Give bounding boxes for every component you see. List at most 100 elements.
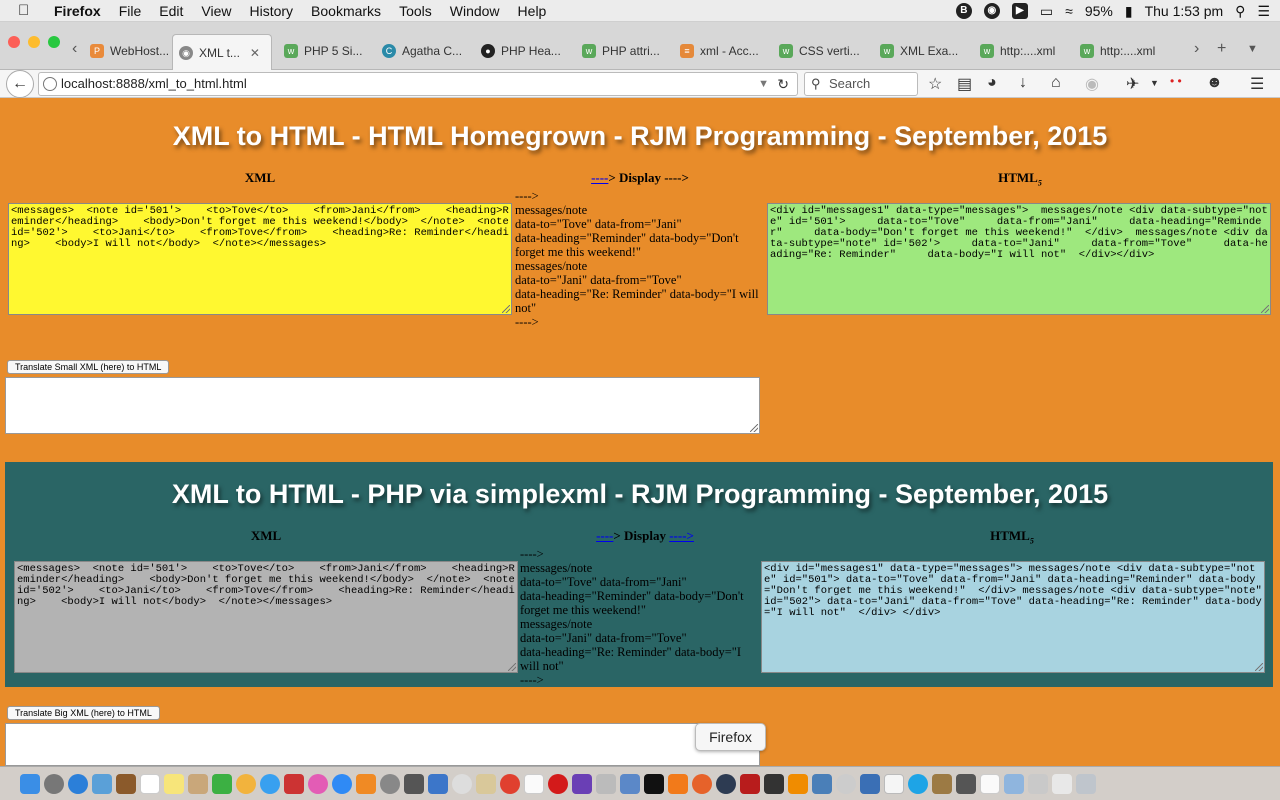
stack-icon[interactable] xyxy=(1052,773,1072,794)
reading-list-icon[interactable]: ▤ xyxy=(957,74,972,94)
image-capture-icon[interactable] xyxy=(596,773,616,794)
terminal-helper-icon[interactable] xyxy=(404,773,424,794)
text-document-icon[interactable] xyxy=(524,773,544,794)
list-tabs-icon[interactable]: ▼ xyxy=(1247,43,1258,55)
firefox-icon[interactable] xyxy=(692,773,712,794)
network-utility-icon[interactable] xyxy=(812,773,832,794)
applications-folder-icon[interactable] xyxy=(1004,773,1024,794)
bbedit-icon[interactable] xyxy=(716,773,736,794)
section1-xml-textarea[interactable]: <messages> <note id='501'> <to>Tove</to>… xyxy=(8,203,512,315)
contacts-icon[interactable] xyxy=(188,773,208,794)
bookmark-star-icon[interactable]: ☆ xyxy=(928,74,942,94)
menu-view[interactable]: View xyxy=(201,3,231,19)
zoom-window-button[interactable] xyxy=(48,36,60,48)
launchpad-icon[interactable] xyxy=(44,773,64,794)
photos-icon[interactable] xyxy=(236,773,256,794)
pocket-icon[interactable]: ◕ xyxy=(987,74,997,92)
extension-icon[interactable]: ✈ xyxy=(1126,74,1139,94)
filemerge-icon[interactable] xyxy=(932,773,952,794)
downloads-icon[interactable]: ↓ xyxy=(1019,74,1027,92)
url-bar[interactable]: localhost:8888/xml_to_html.html ▼ ↻ xyxy=(38,72,798,96)
vlc-icon[interactable] xyxy=(788,773,808,794)
calendar-icon[interactable] xyxy=(140,773,160,794)
audio-status-icon[interactable]: ▶ xyxy=(1011,3,1028,19)
tab-xml-to-html[interactable]: ◉ XML t... ✕ xyxy=(172,34,272,71)
textedit-icon[interactable] xyxy=(884,773,904,794)
facetime-icon[interactable] xyxy=(212,773,232,794)
notification-center-icon[interactable]: ☰ xyxy=(1257,3,1270,20)
terminal-icon[interactable] xyxy=(644,773,664,794)
chat-icon[interactable]: ☻ xyxy=(1206,74,1223,92)
resize-grip-icon[interactable] xyxy=(502,305,510,313)
preview-icon[interactable] xyxy=(92,773,112,794)
downloads-folder-icon[interactable] xyxy=(1028,773,1048,794)
script-editor-icon[interactable] xyxy=(476,773,496,794)
menu-bookmarks[interactable]: Bookmarks xyxy=(311,3,381,19)
site-info-icon[interactable] xyxy=(43,77,57,91)
bbedit-status-icon[interactable]: B xyxy=(955,3,972,19)
menu-firefox[interactable]: Firefox xyxy=(54,3,101,19)
menu-history[interactable]: History xyxy=(249,3,293,19)
section2-display-link-left[interactable]: ---- xyxy=(596,528,613,543)
resize-grip-icon[interactable] xyxy=(508,663,516,671)
tab-php-headers[interactable]: ● PHP Hea... xyxy=(475,36,573,66)
menu-window[interactable]: Window xyxy=(450,3,500,19)
translate-small-xml-button[interactable]: Translate Small XML (here) to HTML xyxy=(7,360,170,374)
resize-grip-icon[interactable] xyxy=(750,424,758,432)
wifi-icon[interactable]: ≈ xyxy=(1065,3,1073,19)
close-tab-icon[interactable]: ✕ xyxy=(250,46,260,60)
translate-big-xml-button[interactable]: Translate Big XML (here) to HTML xyxy=(7,706,160,720)
safari-icon[interactable] xyxy=(68,773,88,794)
sync-icon[interactable]: ◉ xyxy=(1085,74,1099,94)
spotlight-search-icon[interactable]: ⚲ xyxy=(1235,3,1245,20)
virtualbox-icon[interactable] xyxy=(860,773,880,794)
messages-icon[interactable] xyxy=(260,773,280,794)
battery-icon[interactable]: ▮ xyxy=(1125,3,1133,20)
xampp-icon[interactable] xyxy=(668,773,688,794)
opera-icon[interactable] xyxy=(548,773,568,794)
chrome-icon[interactable] xyxy=(500,773,520,794)
scroll-tabs-left-icon[interactable]: ‹ xyxy=(72,40,77,58)
circle-status-icon[interactable]: ◉ xyxy=(983,3,1000,19)
resize-grip-icon[interactable] xyxy=(1261,305,1269,313)
trash-icon[interactable] xyxy=(1076,773,1096,794)
home-icon[interactable]: ⌂ xyxy=(1051,74,1061,92)
mail-icon[interactable] xyxy=(620,773,640,794)
hamburger-menu-icon[interactable]: ☰ xyxy=(1250,74,1264,94)
tab-php-simplexml[interactable]: w PHP 5 Si... xyxy=(278,36,374,66)
tab-xml-access[interactable]: ≡ xml - Acc... xyxy=(674,36,770,66)
section2-xml-textarea[interactable]: <messages> <note id='501'> <to>Tove</to>… xyxy=(14,561,518,673)
scroll-tabs-right-icon[interactable]: › xyxy=(1194,40,1199,58)
tab-webhost[interactable]: P WebHost... xyxy=(84,36,170,66)
system-preferences-icon[interactable] xyxy=(380,773,400,794)
section1-display-link[interactable]: ---- xyxy=(591,170,608,185)
big-xml-input-textarea[interactable] xyxy=(5,723,760,766)
menu-edit[interactable]: Edit xyxy=(159,3,183,19)
tab-http-xml-2[interactable]: w http:....xml xyxy=(1074,36,1174,66)
tab-http-xml-1[interactable]: w http:....xml xyxy=(974,36,1072,66)
menu-file[interactable]: File xyxy=(119,3,142,19)
section2-display-link-right[interactable]: ----> xyxy=(669,528,694,543)
tab-agatha[interactable]: C Agatha C... xyxy=(376,36,472,66)
apple-icon[interactable]:  xyxy=(18,2,40,19)
activity-monitor-icon[interactable] xyxy=(956,773,976,794)
extension-dots-icon[interactable]: • • xyxy=(1170,74,1182,88)
imovie-icon[interactable] xyxy=(572,773,592,794)
itunes-icon[interactable] xyxy=(308,773,328,794)
finder-icon[interactable] xyxy=(20,773,40,794)
notebook-icon[interactable] xyxy=(116,773,136,794)
new-tab-icon[interactable]: + xyxy=(1217,40,1226,58)
photo-booth-icon[interactable] xyxy=(284,773,304,794)
document-icon[interactable] xyxy=(980,773,1000,794)
fetch-icon[interactable] xyxy=(428,773,448,794)
clock[interactable]: Thu 1:53 pm xyxy=(1145,3,1224,19)
skype-icon[interactable] xyxy=(908,773,928,794)
tab-xml-examples[interactable]: w XML Exa... xyxy=(874,36,972,66)
back-button[interactable]: ← xyxy=(6,70,34,98)
url-history-dropdown-icon[interactable]: ▼ xyxy=(758,73,769,95)
app-store-icon[interactable] xyxy=(332,773,352,794)
section2-html-textarea[interactable]: <div id="messages1" data-type="messages"… xyxy=(761,561,1265,673)
resize-grip-icon[interactable] xyxy=(1255,663,1263,671)
filezilla-icon[interactable] xyxy=(740,773,760,794)
tab-php-attributes[interactable]: w PHP attri... xyxy=(576,36,672,66)
